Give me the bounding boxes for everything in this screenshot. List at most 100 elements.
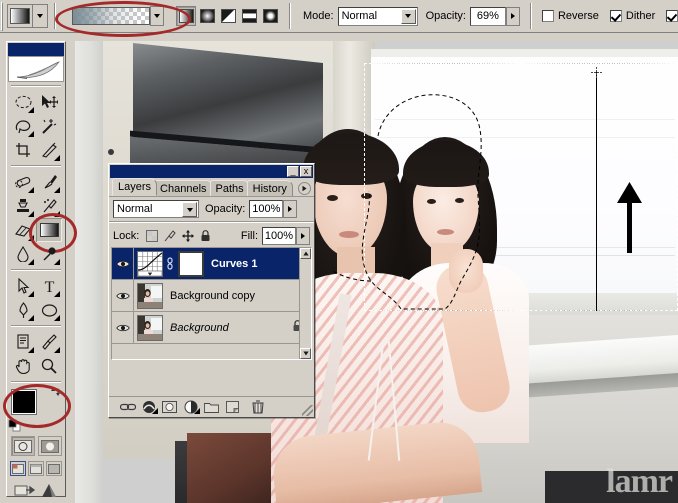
new-adjustment-layer-button[interactable] [180, 399, 201, 416]
quick-mask-mode-button[interactable] [37, 436, 62, 456]
opacity-slider-button[interactable] [505, 6, 520, 26]
tool-preset-chevron-down-icon[interactable] [33, 4, 48, 28]
hand-tool[interactable] [10, 354, 36, 378]
toolbox-title-bar[interactable] [8, 43, 64, 56]
layer-list[interactable]: Curves 1 Background copy Background [111, 247, 312, 360]
delete-layer-button[interactable] [247, 399, 268, 416]
layer-thumbnail-photo[interactable] [137, 282, 163, 309]
gradient-preset-picker[interactable] [55, 1, 191, 37]
reverse-checkbox[interactable] [541, 10, 554, 22]
layer-name[interactable]: Background copy [170, 290, 255, 302]
layer-visibility-toggle[interactable] [112, 280, 134, 311]
dither-checkbox-row[interactable]: Dither [609, 10, 655, 22]
lock-all-icon[interactable] [198, 229, 213, 243]
mode-chevron-down-icon[interactable] [400, 8, 416, 24]
palette-menu-icon[interactable] [298, 182, 311, 195]
layer-blend-mode-select[interactable]: Normal [113, 200, 199, 218]
layer-name[interactable]: Curves 1 [211, 258, 257, 270]
eraser-tool[interactable] [10, 218, 36, 242]
layer-thumbnail-curves[interactable] [137, 250, 163, 277]
layer-visibility-toggle[interactable] [112, 248, 134, 279]
tab-paths[interactable]: Paths [209, 180, 250, 196]
gradient-preset-chevron-down-icon[interactable] [150, 6, 164, 26]
options-bar-grip[interactable] [1, 1, 3, 31]
table-row[interactable]: Background [112, 312, 311, 344]
reflected-gradient-button[interactable] [239, 6, 259, 26]
opacity-input[interactable]: 69% [469, 6, 506, 26]
crop-tool[interactable] [10, 138, 36, 162]
add-layer-mask-button[interactable] [159, 399, 180, 416]
move-tool[interactable] [36, 90, 62, 114]
transparency-checkbox[interactable] [666, 10, 678, 22]
pen-tool[interactable] [10, 298, 36, 322]
svg-text:T: T [44, 279, 54, 294]
layer-thumbnail-photo[interactable] [137, 314, 163, 341]
lock-transparent-pixels-icon[interactable] [144, 229, 159, 243]
palette-resize-grip[interactable] [302, 405, 313, 416]
standard-screen-mode-button[interactable] [10, 461, 26, 476]
zoom-tool[interactable] [36, 354, 62, 378]
new-layer-button[interactable] [222, 399, 243, 416]
blur-tool[interactable] [10, 242, 36, 266]
layer-mask-link-icon[interactable] [165, 257, 174, 270]
shape-tool[interactable] [36, 298, 62, 322]
radial-gradient-button[interactable] [197, 6, 217, 26]
layer-name[interactable]: Background [170, 322, 229, 334]
scroll-up-arrow-icon[interactable] [300, 248, 311, 259]
lock-image-pixels-icon[interactable] [162, 229, 177, 243]
layer-blend-mode-chevron-down-icon[interactable] [182, 202, 197, 217]
layer-visibility-toggle[interactable] [112, 312, 134, 343]
fill-slider-button[interactable] [296, 227, 310, 245]
notes-tool[interactable] [10, 330, 36, 354]
type-tool[interactable]: T [36, 274, 62, 298]
gradient-tool-icon[interactable] [7, 4, 33, 28]
healing-brush-tool[interactable] [10, 170, 36, 194]
layers-palette-title-bar[interactable]: _ x [110, 165, 313, 178]
tab-layers[interactable]: Layers [112, 178, 158, 196]
dodge-tool[interactable] [36, 242, 62, 266]
edit-in-imageready-button[interactable] [14, 482, 36, 502]
layer-list-scrollbar[interactable] [299, 248, 311, 359]
mode-select[interactable]: Normal [337, 6, 418, 26]
tab-history[interactable]: History [246, 180, 293, 196]
minimize-button[interactable]: _ [287, 166, 299, 177]
tool-preset-picker[interactable] [7, 4, 48, 28]
reverse-checkbox-row[interactable]: Reverse [541, 10, 599, 22]
layer-mask-thumbnail[interactable] [178, 250, 204, 277]
layer-opacity-slider-button[interactable] [283, 200, 298, 218]
layer-style-button[interactable] [138, 399, 159, 416]
dither-checkbox[interactable] [609, 10, 622, 22]
angle-gradient-button[interactable] [218, 6, 238, 26]
lock-position-icon[interactable] [180, 229, 195, 243]
path-selection-tool[interactable] [10, 274, 36, 298]
slice-tool[interactable] [36, 138, 62, 162]
foreground-color-swatch[interactable] [11, 389, 37, 415]
table-row[interactable]: Curves 1 [112, 248, 311, 280]
history-brush-tool[interactable] [36, 194, 62, 218]
lasso-tool[interactable] [10, 114, 36, 138]
gradient-preset-swatch[interactable] [72, 7, 150, 25]
standard-mode-button[interactable] [10, 436, 35, 456]
scroll-down-arrow-icon[interactable] [300, 348, 311, 359]
brush-tool[interactable] [36, 170, 62, 194]
diamond-gradient-button[interactable] [260, 6, 280, 26]
full-screen-mode-button[interactable] [46, 461, 62, 476]
tab-channels[interactable]: Channels [154, 180, 213, 196]
clone-stamp-tool[interactable] [10, 194, 36, 218]
linear-gradient-button[interactable] [176, 6, 196, 26]
new-group-button[interactable] [201, 399, 222, 416]
transparency-checkbox-row[interactable]: Transparen [666, 10, 678, 22]
fill-input[interactable]: 100% [262, 227, 296, 245]
full-screen-with-menubar-button[interactable] [28, 461, 44, 476]
eyedropper-tool[interactable] [36, 330, 62, 354]
imageready-icon[interactable] [40, 482, 58, 502]
link-layers-button[interactable] [117, 399, 138, 416]
marquee-tool[interactable] [10, 90, 36, 114]
default-colors-icon[interactable] [8, 419, 21, 432]
magic-wand-tool[interactable] [36, 114, 62, 138]
swap-colors-icon[interactable] [50, 386, 62, 398]
layer-opacity-input[interactable]: 100% [249, 200, 284, 218]
gradient-tool[interactable] [36, 218, 62, 242]
table-row[interactable]: Background copy [112, 280, 311, 312]
close-button[interactable]: x [300, 166, 312, 177]
